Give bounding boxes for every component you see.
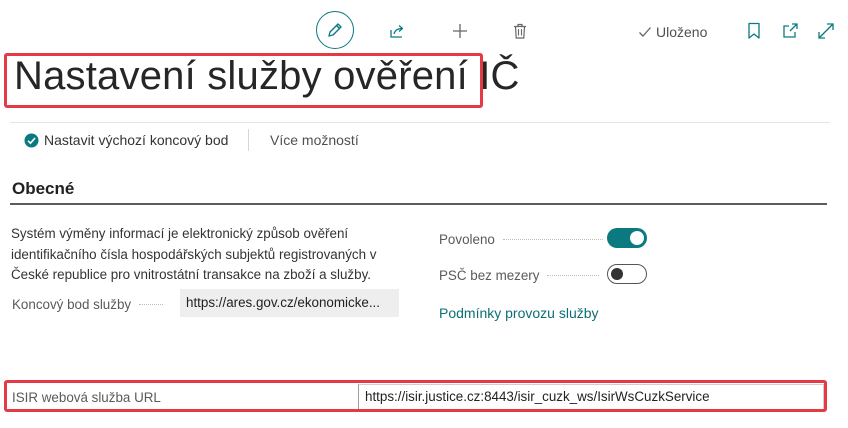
save-status: Uloženo	[638, 22, 707, 42]
delete-icon	[514, 23, 526, 39]
dotted-leader	[139, 303, 164, 305]
bookmark-icon	[748, 22, 760, 39]
share-button[interactable]	[386, 20, 408, 42]
set-default-endpoint-action[interactable]: Nastavit výchozí koncový bod	[24, 130, 228, 150]
expand-icon	[818, 23, 834, 39]
isir-label-text: ISIR webová služba URL	[12, 389, 161, 405]
enabled-field-label: Povoleno	[439, 231, 603, 247]
dotted-leader	[547, 274, 600, 276]
postcode-field-label: PSČ bez mezery	[439, 267, 600, 283]
enabled-label-text: Povoleno	[439, 231, 495, 247]
new-button[interactable]	[449, 20, 471, 42]
postcode-label-text: PSČ bez mezery	[439, 267, 540, 283]
save-status-label: Uloženo	[656, 24, 708, 40]
terms-of-service-link[interactable]: Podmínky provozu služby	[439, 305, 599, 321]
endpoint-field-label: Koncový bod služby	[12, 296, 164, 312]
isir-field-label: ISIR webová služba URL	[12, 389, 161, 405]
actionbar-divider	[10, 122, 830, 123]
more-options-action[interactable]: Více možností	[270, 130, 359, 150]
set-default-endpoint-label: Nastavit výchozí koncový bod	[44, 132, 229, 148]
section-description: Systém výměny informací je elektronický …	[11, 226, 377, 282]
action-separator	[248, 129, 249, 151]
add-icon	[453, 24, 467, 38]
endpoint-label-text: Koncový bod služby	[12, 296, 132, 312]
more-options-label: Více možností	[270, 132, 359, 148]
postcode-toggle[interactable]	[607, 264, 647, 284]
section-title[interactable]: Obecné	[12, 179, 74, 199]
checkmark-icon	[639, 27, 651, 37]
check-circle-icon	[24, 133, 39, 147]
endpoint-field[interactable]: https://ares.gov.cz/ekonomicke...	[180, 289, 399, 317]
enabled-toggle[interactable]	[607, 228, 647, 248]
dotted-leader	[502, 238, 603, 240]
share-icon	[390, 25, 404, 38]
isir-url-field[interactable]: https://isir.justice.cz:8443/isir_cuzk_w…	[358, 384, 824, 410]
expand-button[interactable]	[815, 20, 837, 42]
edit-button[interactable]	[316, 11, 354, 49]
open-new-window-button[interactable]	[779, 20, 801, 42]
edit-icon	[328, 23, 342, 37]
toggle-knob	[611, 267, 623, 280]
open-new-window-icon	[783, 23, 798, 38]
section-divider	[10, 203, 827, 205]
bookmark-button[interactable]	[744, 20, 764, 42]
page-title: Nastavení služby ověření IČ	[14, 54, 520, 98]
delete-button[interactable]	[509, 20, 531, 42]
toggle-knob	[630, 231, 644, 245]
